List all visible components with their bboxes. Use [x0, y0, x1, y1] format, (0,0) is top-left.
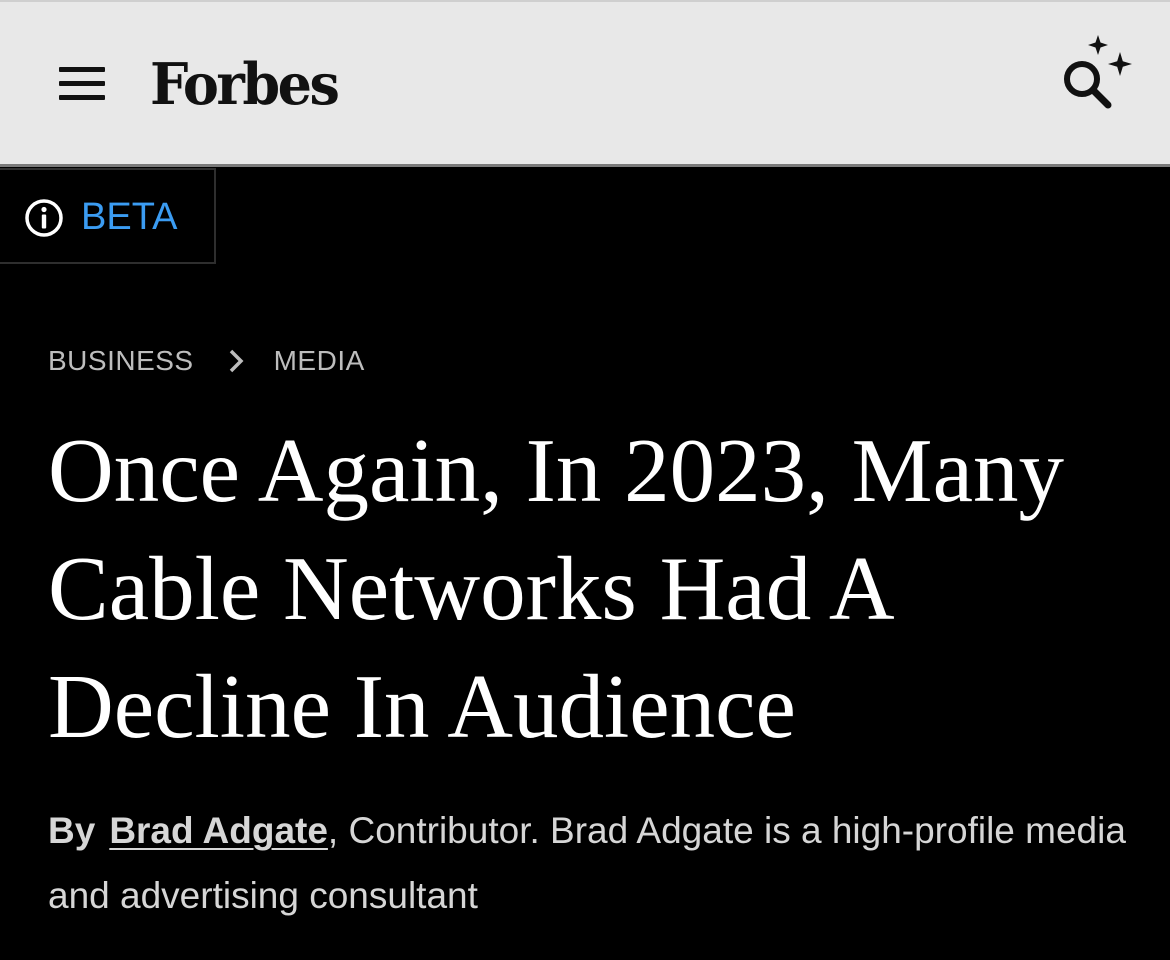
beta-label: BETA: [81, 196, 178, 238]
search-button[interactable]: [1052, 32, 1138, 118]
article-byline: By Brad Adgate, Contributor. Brad Adgate …: [48, 798, 1148, 928]
menu-icon-bar-bottom: [59, 95, 105, 100]
menu-button[interactable]: [56, 62, 108, 106]
info-icon: [25, 199, 63, 237]
beta-badge-button[interactable]: BETA: [0, 168, 216, 264]
breadcrumb-media[interactable]: MEDIA: [274, 345, 365, 377]
headline-line: Decline In Audience: [48, 656, 796, 757]
menu-icon-bar-middle: [59, 81, 105, 86]
headline-line: Cable Networks Had A: [48, 538, 895, 639]
byline-prefix: By: [48, 810, 96, 851]
search-sparkle-icon: [1064, 35, 1132, 109]
article-headline: Once Again, In 2023, Many Cable Networks…: [48, 412, 1148, 766]
headline-line: Once Again, In 2023, Many: [48, 420, 1064, 521]
breadcrumb: BUSINESS MEDIA: [48, 340, 365, 382]
top-navigation-bar: Forbes: [0, 0, 1170, 167]
menu-icon-bar-top: [59, 67, 105, 72]
author-link[interactable]: Brad Adgate: [109, 810, 328, 851]
breadcrumb-business[interactable]: BUSINESS: [48, 345, 194, 377]
forbes-logo[interactable]: Forbes: [150, 44, 340, 124]
chevron-right-icon: [229, 349, 244, 373]
